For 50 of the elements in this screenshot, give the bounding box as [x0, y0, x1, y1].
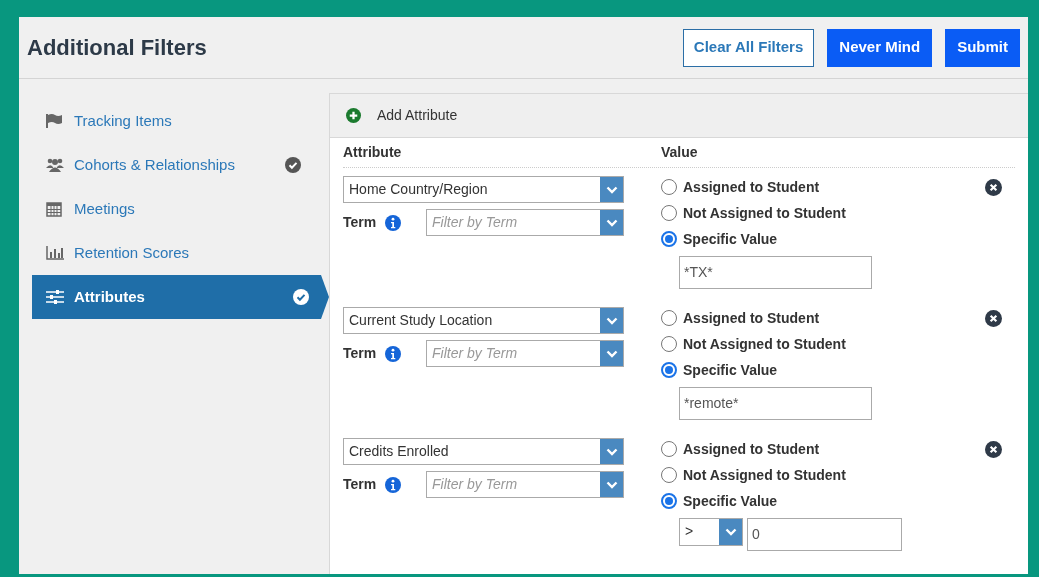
- caret-icon: [600, 308, 623, 333]
- sidebar-item[interactable]: Meetings: [32, 187, 329, 231]
- column-header: Attribute: [343, 143, 403, 162]
- dialog-title: Additional Filters: [27, 34, 207, 62]
- term-label: Term: [343, 213, 378, 232]
- radio-option[interactable]: Assigned to Student: [661, 307, 985, 329]
- term-label: Term: [343, 344, 378, 363]
- remove-icon[interactable]: [985, 441, 1002, 458]
- action-button[interactable]: Never Mind: [827, 28, 933, 67]
- caret-icon: [600, 177, 623, 202]
- radio-option[interactable]: Not Assigned to Student: [661, 202, 985, 224]
- add-attribute-link[interactable]: Add Attribute: [377, 105, 458, 126]
- users-icon: [46, 158, 64, 172]
- remove-icon[interactable]: [985, 310, 1002, 327]
- calendar-icon: [46, 201, 62, 217]
- add-icon[interactable]: [346, 108, 361, 123]
- attribute-dropdown[interactable]: Credits Enrolled: [343, 438, 624, 465]
- attribute-dropdown[interactable]: Current Study Location: [343, 307, 624, 334]
- info-icon[interactable]: [385, 476, 401, 493]
- radio-option[interactable]: Not Assigned to Student: [661, 464, 985, 486]
- clear-filters-button[interactable]: Clear All Filters: [682, 28, 815, 67]
- remove-icon[interactable]: [985, 179, 1002, 196]
- sidebar-item[interactable]: Attributes: [32, 275, 329, 319]
- radio-option[interactable]: Assigned to Student: [661, 176, 985, 198]
- value-field[interactable]: *TX*: [679, 256, 872, 289]
- sidebar-item[interactable]: Tracking Items: [32, 99, 329, 143]
- value-field[interactable]: 0: [747, 518, 902, 551]
- caret-icon: [600, 439, 623, 464]
- sidebar-item[interactable]: Cohorts & Relationships: [32, 143, 329, 187]
- value-field[interactable]: *remote*: [679, 387, 872, 420]
- info-icon[interactable]: [385, 214, 401, 231]
- flag-icon: [46, 114, 62, 128]
- radio-option[interactable]: Assigned to Student: [661, 438, 985, 460]
- attribute-dropdown[interactable]: Home Country/Region: [343, 176, 624, 203]
- term-label: Term: [343, 475, 378, 494]
- radio-option[interactable]: Specific Value: [661, 228, 985, 250]
- radio-option[interactable]: Specific Value: [661, 359, 985, 381]
- operator-dropdown[interactable]: >: [679, 518, 743, 546]
- info-icon[interactable]: [385, 345, 401, 362]
- radio-option[interactable]: Specific Value: [661, 490, 985, 512]
- radio-option[interactable]: Not Assigned to Student: [661, 333, 985, 355]
- caret-icon: [719, 519, 742, 545]
- caret-icon: [600, 472, 623, 497]
- bar-chart-icon: [46, 246, 64, 260]
- sidebar-item[interactable]: Retention Scores: [32, 231, 329, 275]
- caret-icon: [600, 210, 623, 235]
- action-button[interactable]: Submit: [945, 28, 1020, 67]
- column-header: Value: [661, 143, 698, 162]
- sliders-icon: [46, 290, 64, 304]
- caret-icon: [600, 341, 623, 366]
